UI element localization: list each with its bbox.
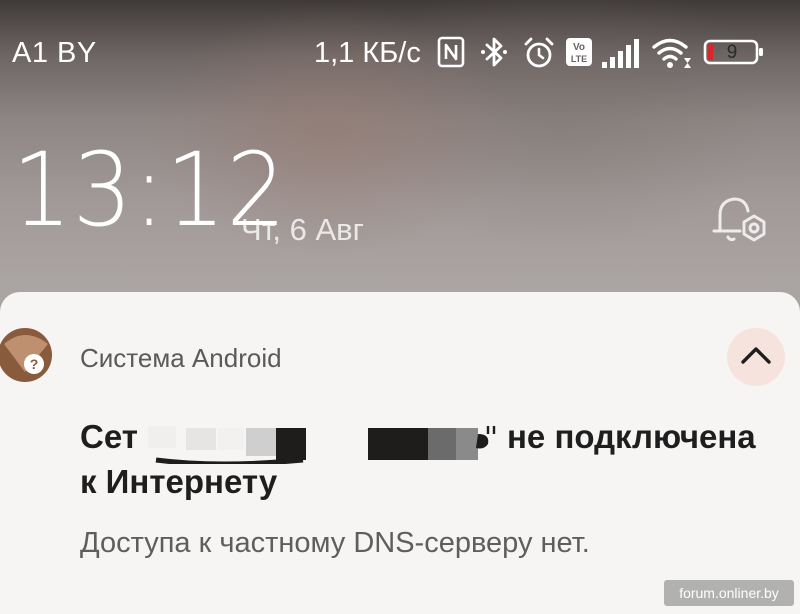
svg-text:Vo: Vo (573, 42, 585, 53)
notification-title-line2: к Интернету (80, 463, 278, 500)
notification-message: Доступа к частному DNS-серверу нет. (80, 527, 590, 559)
signal-icon (602, 39, 639, 68)
alarm-settings-icon[interactable] (712, 193, 772, 249)
svg-text:?: ? (30, 356, 39, 372)
collapse-notification-button[interactable] (727, 328, 785, 386)
watermark: forum.onliner.by (664, 580, 794, 606)
network-speed: 1,1 КБ/с (314, 37, 421, 69)
notification-title-start: Сет (80, 418, 138, 455)
bluetooth-icon (481, 37, 507, 67)
status-bar: A1 BY 1,1 КБ/с Vo LTE 9 (0, 0, 800, 104)
alarm-icon (524, 37, 554, 68)
battery-level: 9 (726, 42, 738, 63)
volte-icon: Vo LTE (566, 38, 592, 66)
notification-app-name: Система Android (80, 343, 282, 373)
wifi-icon (652, 38, 691, 68)
nfc-icon (437, 36, 465, 68)
notification-title-end: не подключена (507, 418, 756, 455)
wifi-question-icon: ? (4, 335, 48, 374)
android-system-app-icon: ? (0, 328, 52, 382)
carrier-name: A1 BY (12, 37, 97, 69)
lockscreen-date: Чт, 6 Авг (241, 212, 364, 247)
chevron-up-icon (741, 347, 771, 364)
svg-text:LTE: LTE (571, 54, 587, 64)
redacted-network-name (148, 426, 496, 464)
